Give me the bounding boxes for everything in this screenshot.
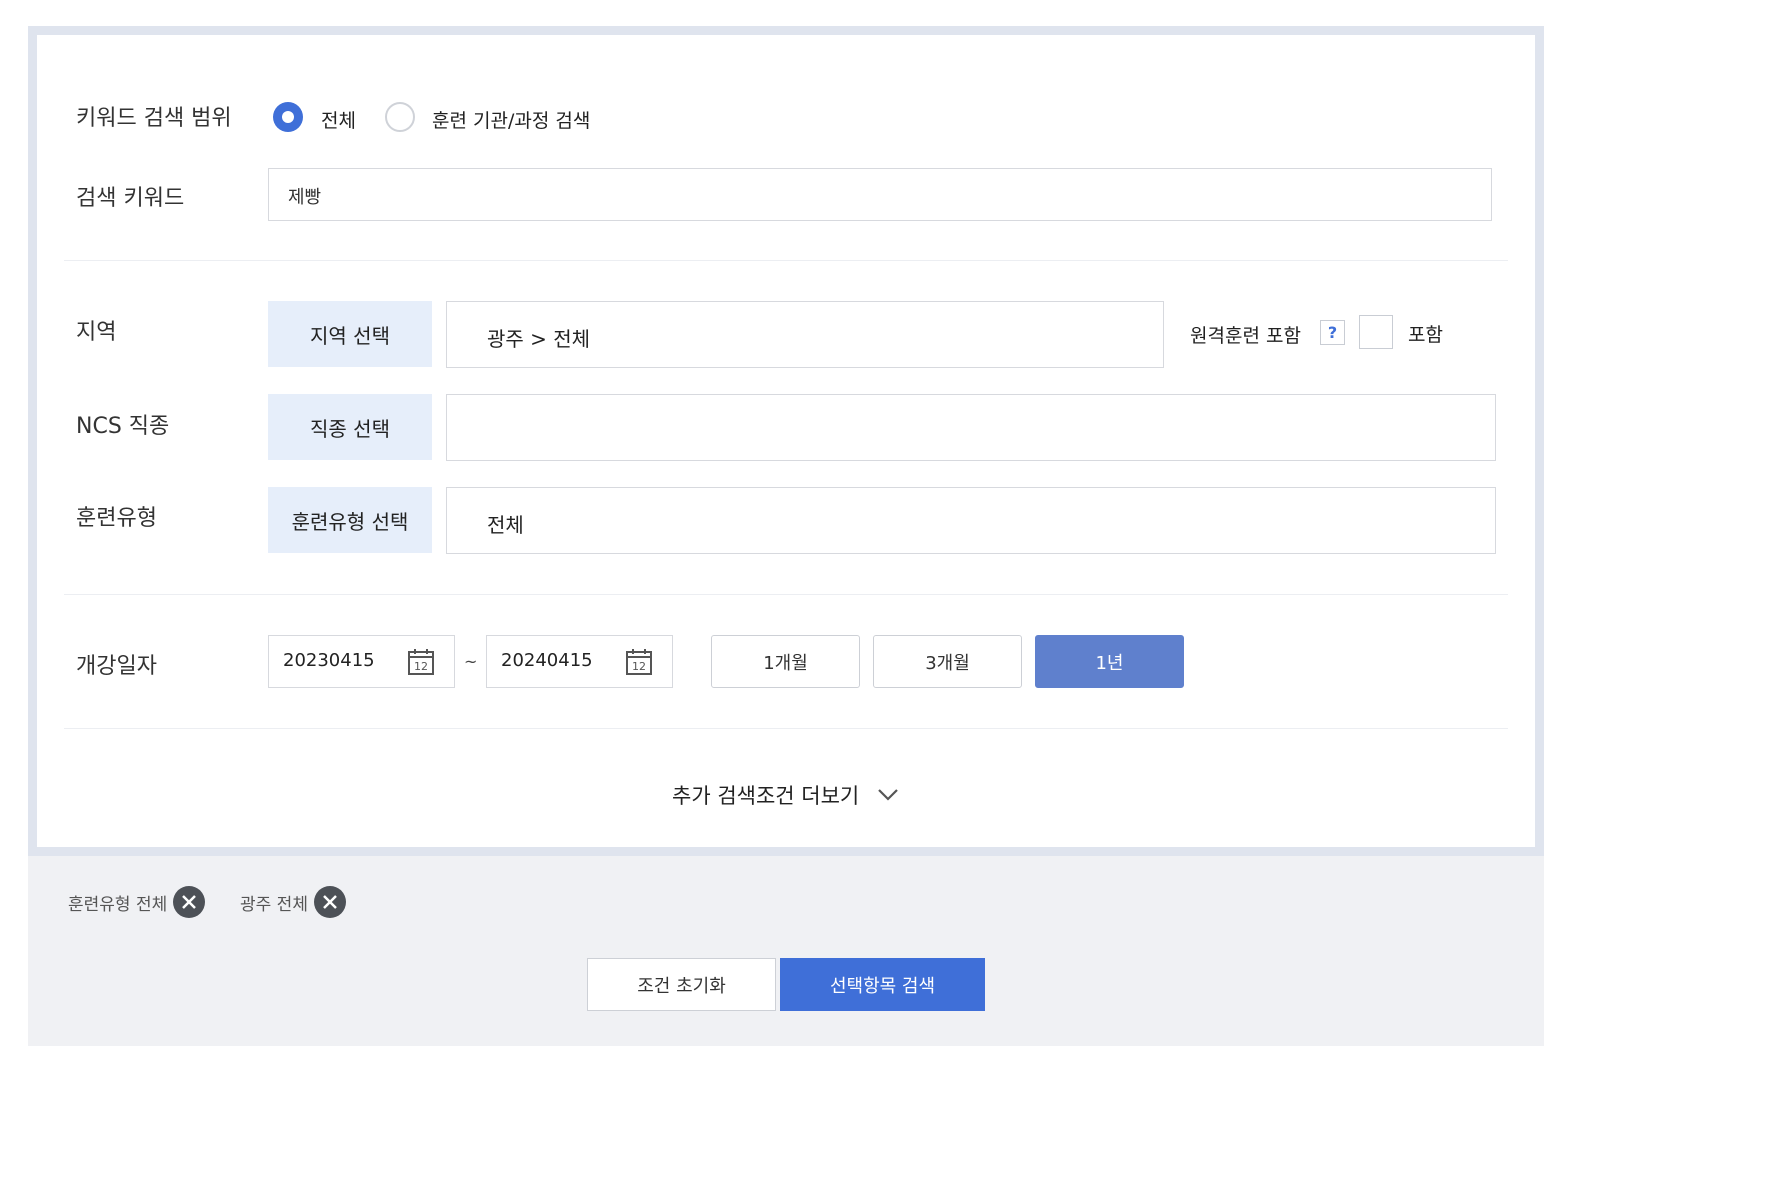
reset-conditions-button[interactable]: 조건 초기화 [587, 958, 776, 1011]
section-divider [64, 728, 1508, 729]
search-keyword-input[interactable]: 제빵 [268, 168, 1492, 221]
remote-training-label: 원격훈련 포함 [1190, 325, 1301, 347]
period-3month-button[interactable]: 3개월 [873, 635, 1022, 688]
search-keyword-label: 검색 키워드 [76, 186, 185, 211]
more-conditions-label[interactable]: 추가 검색조건 더보기 [672, 780, 859, 810]
region-label: 지역 [76, 320, 117, 345]
ncs-label: NCS 직종 [76, 414, 170, 439]
radio-all-label[interactable]: 전체 [321, 106, 356, 133]
close-icon[interactable] [313, 886, 346, 918]
calendar-icon[interactable]: 12 [625, 648, 653, 676]
more-conditions-toggle[interactable]: 추가 검색조건 더보기 [672, 780, 899, 810]
training-type-select-button[interactable]: 훈련유형 선택 [268, 487, 432, 553]
section-divider [64, 594, 1508, 595]
radio-all[interactable] [273, 102, 303, 132]
end-date-value: 20240415 [501, 650, 593, 671]
radio-institution-course-label[interactable]: 훈련 기관/과정 검색 [432, 106, 590, 133]
remote-include-checkbox[interactable] [1359, 315, 1393, 349]
close-icon[interactable] [173, 886, 206, 918]
calendar-icon-day: 12 [632, 660, 646, 673]
selected-conditions-bar [28, 856, 1544, 1046]
calendar-icon[interactable]: 12 [407, 648, 435, 676]
selected-tag-label: 광주 전체 [240, 894, 308, 915]
start-date-value: 20230415 [283, 650, 375, 671]
region-value-field: 광주 > 전체 [446, 301, 1164, 368]
help-icon[interactable]: ? [1320, 320, 1345, 345]
radio-institution-course[interactable] [385, 102, 415, 132]
region-select-button[interactable]: 지역 선택 [268, 301, 432, 367]
ncs-select-button[interactable]: 직종 선택 [268, 394, 432, 460]
ncs-value-field [446, 394, 1496, 461]
search-selected-button[interactable]: 선택항목 검색 [780, 958, 985, 1011]
training-type-value: 전체 [487, 513, 524, 537]
selected-tag: 광주 전체 [240, 886, 346, 918]
remote-include-label[interactable]: 포함 [1408, 320, 1443, 347]
open-date-label: 개강일자 [76, 654, 157, 679]
period-1month-button[interactable]: 1개월 [711, 635, 860, 688]
end-date-input[interactable]: 20240415 12 [486, 635, 673, 688]
training-type-value-field: 전체 [446, 487, 1496, 554]
selected-tag: 훈련유형 전체 [68, 886, 206, 918]
keyword-scope-label: 키워드 검색 범위 [76, 106, 232, 131]
date-range-separator: ~ [464, 652, 478, 671]
period-1year-button[interactable]: 1년 [1035, 635, 1184, 688]
calendar-icon-day: 12 [414, 660, 428, 673]
start-date-input[interactable]: 20230415 12 [268, 635, 455, 688]
selected-tag-label: 훈련유형 전체 [68, 894, 168, 915]
chevron-down-icon[interactable] [877, 788, 899, 802]
training-type-label: 훈련유형 [76, 506, 157, 531]
region-value: 광주 > 전체 [487, 327, 591, 351]
search-keyword-value: 제빵 [288, 187, 322, 208]
section-divider [64, 260, 1508, 261]
